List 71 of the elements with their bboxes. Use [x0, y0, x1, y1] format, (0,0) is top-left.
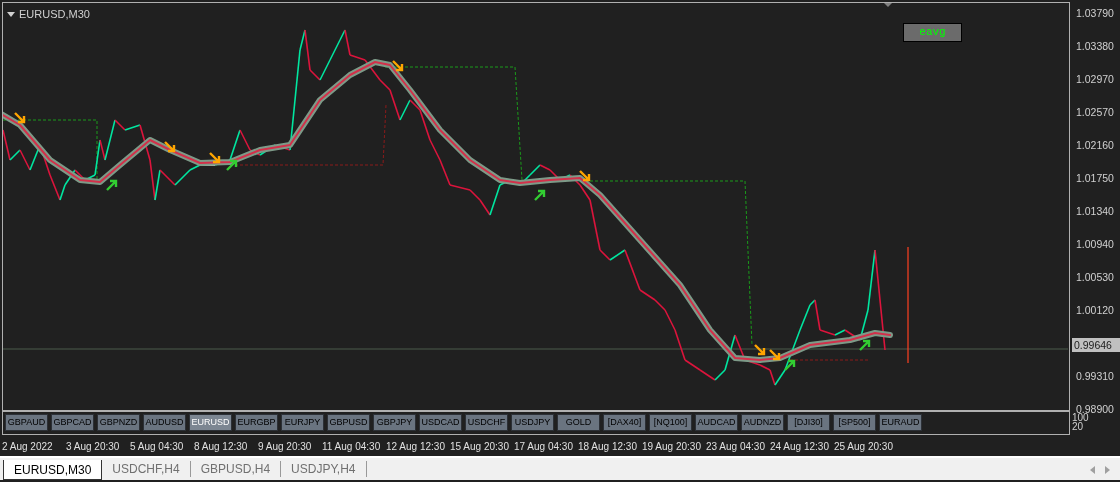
time-label: 8 Aug 12:30	[194, 440, 249, 453]
symbol-button[interactable]: [DAX40]	[603, 414, 646, 431]
down-arrow-icon	[768, 348, 781, 361]
time-label: 5 Aug 04:30	[130, 440, 185, 453]
symbol-button[interactable]: USDJPY	[511, 414, 554, 431]
time-label: 12 Aug 12:30	[386, 440, 446, 453]
price-label: 1.00120	[1075, 303, 1115, 318]
chart-tab[interactable]: USDCHF,H4	[102, 461, 191, 477]
time-label: 23 Aug 04:30	[706, 440, 766, 453]
chart-tab[interactable]: GBPUSD,H4	[190, 461, 282, 477]
price-label: 1.03380	[1075, 39, 1115, 54]
symbol-button[interactable]: GBPUSD	[327, 414, 370, 431]
time-label: 17 Aug 04:30	[514, 440, 574, 453]
price-label: 1.03790	[1075, 6, 1115, 21]
time-label: 25 Aug 20:30	[834, 440, 894, 453]
time-label: 9 Aug 20:30	[258, 440, 313, 453]
down-arrow-icon	[13, 111, 26, 124]
up-arrow-icon	[783, 359, 796, 372]
price-label: 1.02970	[1075, 72, 1115, 87]
shift-marker-icon	[884, 3, 892, 7]
chart-title: EURUSD,M30	[19, 7, 90, 22]
time-label: 15 Aug 20:30	[450, 440, 510, 453]
chart-tab[interactable]: EURUSD,M30	[3, 460, 103, 480]
down-arrow-icon	[163, 140, 176, 153]
symbol-button[interactable]: [NQ100]	[649, 414, 692, 431]
scale-label: 20	[1072, 422, 1084, 431]
indicator-button[interactable]: eavg	[903, 23, 962, 42]
price-label: 1.00940	[1075, 237, 1115, 252]
scroll-right-icon[interactable]	[1105, 466, 1110, 474]
price-label: 1.01340	[1075, 204, 1115, 219]
up-arrow-icon	[105, 179, 118, 192]
time-label: 3 Aug 20:30	[66, 440, 121, 453]
down-arrow-icon	[753, 343, 766, 356]
symbol-button[interactable]: [DJI30]	[787, 414, 830, 431]
down-arrow-icon	[578, 169, 591, 182]
time-label: 24 Aug 12:30	[770, 440, 830, 453]
down-arrow-icon	[391, 59, 404, 72]
symbol-button[interactable]: EURGBP	[235, 414, 278, 431]
symbol-button[interactable]: GBPNZD	[97, 414, 140, 431]
up-arrow-icon	[225, 159, 238, 172]
down-arrow-icon	[208, 151, 221, 164]
symbol-button[interactable]: [SP500]	[833, 414, 876, 431]
chart-tab[interactable]: USDJPY,H4	[281, 461, 367, 477]
up-arrow-icon	[858, 339, 871, 352]
time-label: 2 Aug 2022	[2, 440, 54, 453]
scroll-left-icon[interactable]	[1090, 466, 1095, 474]
symbol-button[interactable]: GBPJPY	[373, 414, 416, 431]
dropdown-icon[interactable]	[7, 11, 15, 17]
price-label: 1.02160	[1075, 138, 1115, 153]
price-label: 1.02570	[1075, 105, 1115, 120]
scale-label: 100	[1072, 413, 1089, 422]
price-label: 0.99310	[1075, 369, 1115, 384]
symbol-button[interactable]: EURJPY	[281, 414, 324, 431]
time-label: 18 Aug 12:30	[578, 440, 638, 453]
symbol-button[interactable]: GOLD	[557, 414, 600, 431]
time-label: 19 Aug 20:30	[642, 440, 702, 453]
symbol-button[interactable]: AUDUSD	[143, 414, 186, 431]
price-label: 1.00530	[1075, 270, 1115, 285]
symbol-button[interactable]: EURAUD	[879, 414, 922, 431]
price-label: 1.01750	[1075, 171, 1115, 186]
symbol-button[interactable]: USDCHF	[465, 414, 508, 431]
symbol-button[interactable]: AUDCAD	[695, 414, 738, 431]
symbol-button[interactable]: GBPAUD	[5, 414, 48, 431]
time-label: 11 Aug 04:30	[322, 440, 382, 453]
price-label: 0.98900	[1075, 402, 1115, 415]
symbol-button[interactable]: EURUSD	[189, 414, 232, 431]
symbol-button[interactable]: AUDNZD	[741, 414, 784, 431]
symbol-button[interactable]: USDCAD	[419, 414, 462, 431]
up-arrow-icon	[533, 189, 546, 202]
current-price-tag: 0.99646	[1072, 338, 1120, 352]
symbol-button[interactable]: GBPCAD	[51, 414, 94, 431]
